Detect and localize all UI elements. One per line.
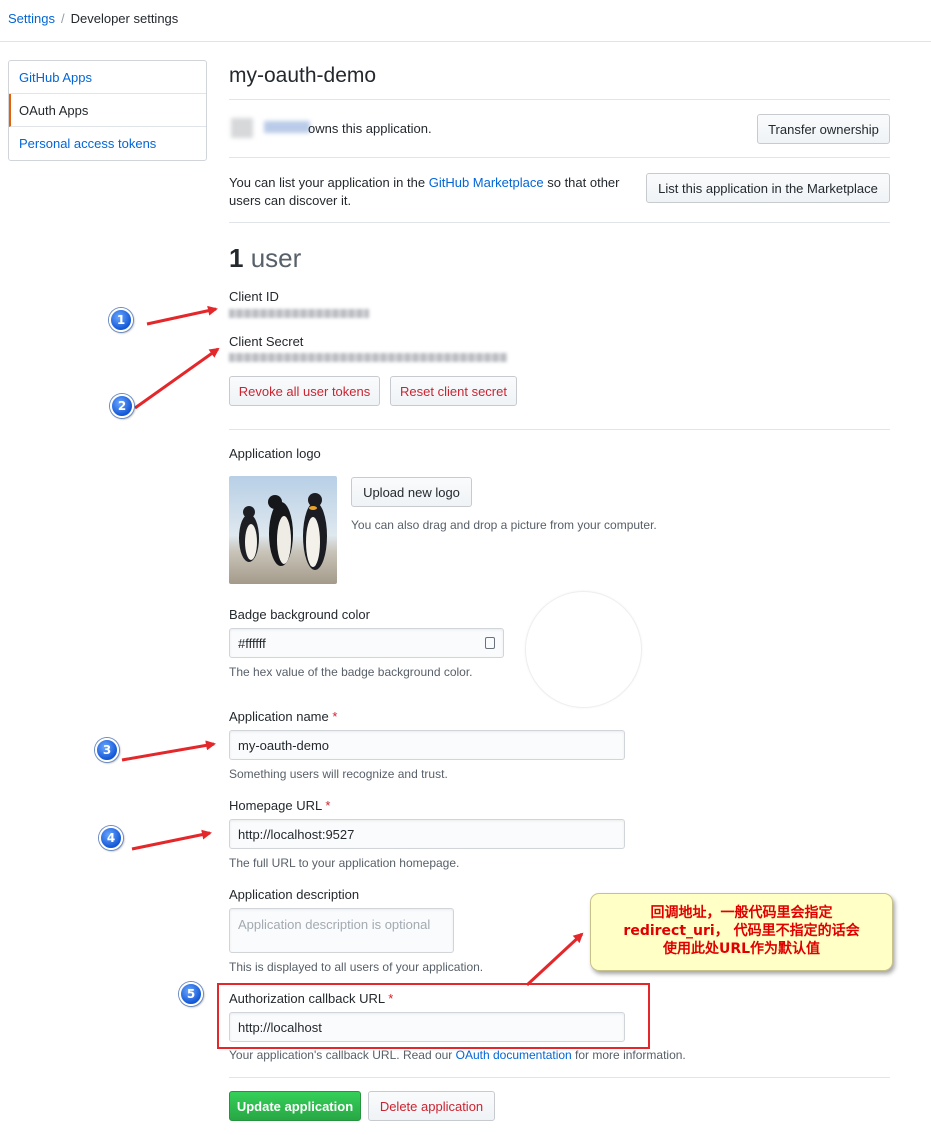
callback-note-post: for more information. [571, 1048, 686, 1062]
callout-line-3: 使用此处URL作为默认值 [662, 941, 821, 957]
marketplace-divider [229, 222, 890, 223]
homepage-url-note: The full URL to your application homepag… [229, 856, 460, 870]
application-name-label: Application name * [229, 709, 337, 724]
badge-color-input[interactable]: #ffffff [229, 628, 504, 658]
owner-name-link[interactable] [264, 121, 310, 133]
user-count-number: 1 [229, 243, 244, 273]
application-name-input[interactable]: my-oauth-demo [229, 730, 625, 760]
required-mark: * [332, 709, 338, 724]
marketplace-text: You can list your application in the Git… [229, 174, 649, 210]
application-description-note: This is displayed to all users of your a… [229, 960, 484, 974]
callout-line-1: 回调地址，一般代码里会指定 [650, 905, 833, 921]
callback-highlight-box [217, 983, 650, 1049]
owner-divider [229, 157, 890, 158]
callback-note-pre: Your application's callback URL. Read ou… [229, 1048, 456, 1062]
arrow-1 [146, 305, 218, 326]
application-name-note: Something users will recognize and trust… [229, 767, 448, 781]
application-logo-label: Application logo [229, 446, 321, 461]
sidebar-item-github-apps[interactable]: GitHub Apps [9, 61, 206, 94]
application-logo-image [229, 476, 337, 584]
callback-annotation-callout: 回调地址，一般代码里会指定 redirect_uri， 代码里不指定的话会 使用… [590, 893, 893, 971]
github-marketplace-link[interactable]: GitHub Marketplace [429, 175, 544, 190]
annotation-number-5: 5 [179, 982, 203, 1006]
breadcrumb-separator: / [60, 11, 65, 26]
application-name-label-text: Application name [229, 709, 329, 724]
badge-preview-circle [525, 591, 642, 708]
reset-client-secret-button[interactable]: Reset client secret [390, 376, 517, 406]
callback-url-note: Your application's callback URL. Read ou… [229, 1048, 686, 1062]
breadcrumb: Settings / Developer settings [8, 11, 178, 26]
badge-color-note: The hex value of the badge background co… [229, 665, 473, 679]
sidebar-item-oauth-apps[interactable]: OAuth Apps [9, 94, 206, 127]
breadcrumb-current: Developer settings [70, 11, 179, 26]
owner-avatar[interactable] [231, 118, 253, 138]
homepage-url-label: Homepage URL * [229, 798, 330, 813]
page-title: my-oauth-demo [229, 64, 377, 87]
arrow-5 [525, 932, 584, 987]
developer-settings-sidebar: GitHub Apps OAuth Apps Personal access t… [8, 60, 207, 161]
list-in-marketplace-button[interactable]: List this application in the Marketplace [646, 173, 890, 203]
update-application-button[interactable]: Update application [229, 1091, 361, 1121]
owner-text: owns this application. [308, 121, 432, 136]
header-divider [0, 41, 931, 42]
breadcrumb-settings-link[interactable]: Settings [8, 11, 55, 26]
user-count: 1 user [229, 243, 301, 274]
homepage-url-input[interactable]: http://localhost:9527 [229, 819, 625, 849]
oauth-documentation-link[interactable]: OAuth documentation [456, 1048, 572, 1062]
badge-color-value: #ffffff [238, 635, 266, 651]
annotation-number-4: 4 [99, 826, 123, 850]
required-mark: * [325, 798, 331, 813]
color-picker-icon[interactable] [485, 637, 495, 649]
client-secret-label: Client Secret [229, 334, 304, 349]
application-description-textarea[interactable]: Application description is optional [229, 908, 454, 953]
form-divider [229, 1077, 890, 1078]
penguins-illustration [239, 493, 327, 570]
arrow-2 [134, 347, 220, 410]
revoke-all-user-tokens-button[interactable]: Revoke all user tokens [229, 376, 380, 406]
transfer-ownership-button[interactable]: Transfer ownership [757, 114, 890, 144]
logo-drag-hint: You can also drag and drop a picture fro… [351, 518, 657, 532]
delete-application-button[interactable]: Delete application [368, 1091, 495, 1121]
client-id-label: Client ID [229, 289, 279, 304]
upload-new-logo-button[interactable]: Upload new logo [351, 477, 472, 507]
user-count-word: user [250, 243, 302, 273]
client-secret-value [229, 353, 507, 362]
annotation-number-1: 1 [109, 308, 133, 332]
callout-line-2: redirect_uri， 代码里不指定的话会 [623, 923, 860, 939]
annotation-number-2: 2 [110, 394, 134, 418]
homepage-url-label-text: Homepage URL [229, 798, 322, 813]
secrets-divider [229, 429, 890, 430]
badge-color-label: Badge background color [229, 607, 370, 622]
annotation-number-3: 3 [95, 738, 119, 762]
marketplace-text-pre: You can list your application in the [229, 175, 429, 190]
arrow-3 [121, 740, 216, 762]
sidebar-item-personal-access-tokens[interactable]: Personal access tokens [9, 127, 206, 160]
application-description-label: Application description [229, 887, 360, 902]
client-id-value [229, 309, 369, 318]
title-divider [229, 99, 890, 100]
arrow-4 [131, 829, 212, 851]
